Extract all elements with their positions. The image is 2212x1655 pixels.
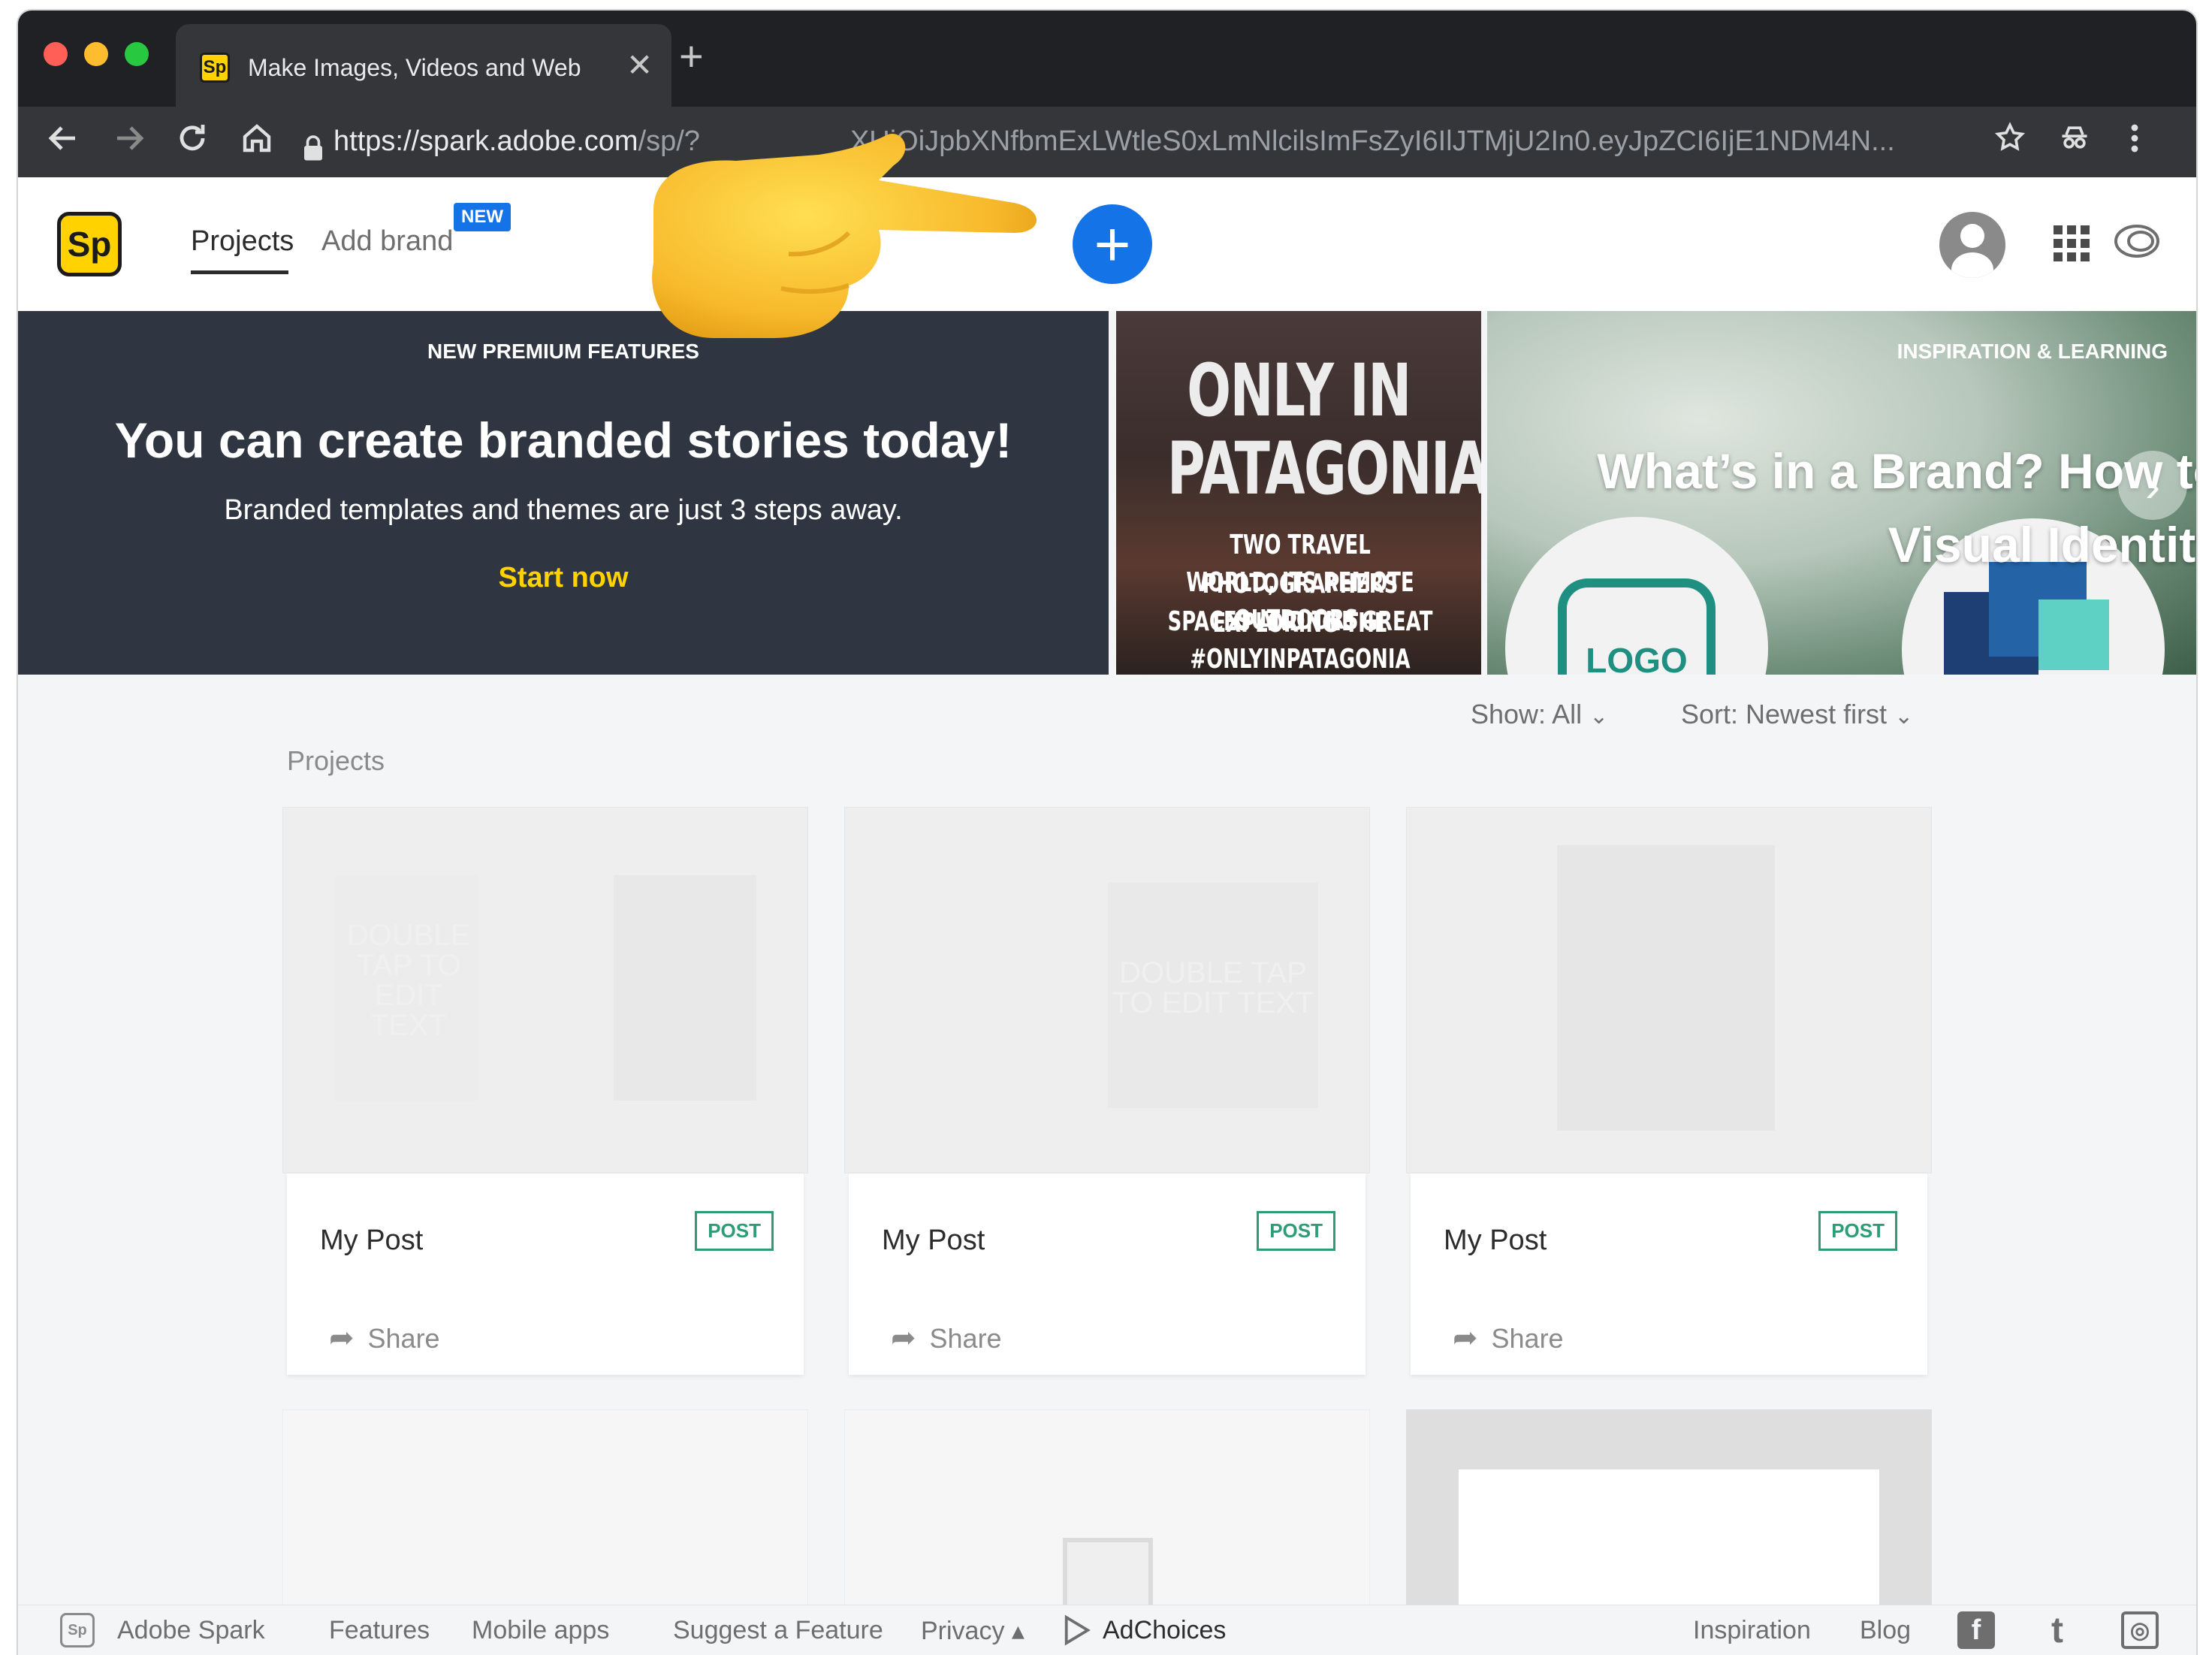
project-card-body: My Post POST ➦ Share — [1411, 1173, 1927, 1375]
project-name[interactable]: My Post — [1444, 1225, 1547, 1257]
sort-filter[interactable]: Sort: Newest first ⌄ — [1681, 699, 1913, 730]
footer-features-link[interactable]: Features — [329, 1616, 430, 1645]
banner-title: You can create branded stories today! — [114, 412, 1012, 468]
tab-favicon-icon: Sp — [200, 53, 230, 83]
nav-add-brand[interactable]: Add brand — [321, 225, 453, 258]
show-filter-label: Show: All — [1471, 699, 1583, 729]
inspiration-title: What’s in a Brand? How to Visual Identit… — [1597, 443, 2196, 572]
reload-icon[interactable] — [174, 120, 210, 166]
close-window-button[interactable] — [44, 42, 68, 66]
browser-window: Sp Make Images, Videos and Web ✕ + https… — [18, 11, 2196, 1655]
chevron-down-icon: ⌄ — [1894, 704, 1914, 729]
home-icon[interactable] — [239, 120, 275, 166]
twitter-icon[interactable]: t — [2038, 1611, 2076, 1650]
premium-banner: NEW PREMIUM FEATURES You can create bran… — [18, 311, 1109, 675]
tab-close-icon[interactable]: ✕ — [626, 47, 653, 83]
project-card-partial[interactable] — [1406, 1409, 1932, 1635]
project-name[interactable]: My Post — [320, 1225, 423, 1257]
project-card-body: My Post POST ➦ Share — [849, 1173, 1366, 1375]
star-icon[interactable] — [1993, 120, 2026, 164]
project-card-partial[interactable] — [282, 1409, 808, 1635]
page-footer: Sp Adobe Spark Features Mobile apps Sugg… — [18, 1605, 2196, 1655]
share-icon: ➦ — [329, 1321, 355, 1355]
tab-title: Make Images, Videos and Web — [248, 54, 581, 81]
inspiration-card[interactable]: LOGO INSPIRATION & LEARNING What’s in a … — [1487, 311, 2196, 675]
share-icon: ➦ — [891, 1321, 916, 1355]
banner-kicker: NEW PREMIUM FEATURES — [427, 340, 699, 363]
adchoices-icon — [1062, 1614, 1091, 1653]
footer-blog-link[interactable]: Blog — [1860, 1616, 1911, 1645]
instagram-icon[interactable]: ◎ — [2121, 1611, 2159, 1649]
creative-cloud-icon[interactable] — [2114, 222, 2160, 260]
footer-adchoices-link[interactable]: AdChoices — [1103, 1616, 1226, 1645]
thumbnail-ghost-text: DOUBLE TAP TO EDIT TEXT — [1112, 956, 1314, 1019]
project-card[interactable]: DOUBLE TAP TO EDIT TEXT My Post POST ➦ Sh… — [844, 807, 1370, 1378]
start-now-link[interactable]: Start now — [18, 562, 1109, 594]
url-path: /sp/? — [638, 125, 700, 157]
project-thumbnail[interactable]: DOUBLE TAP TO EDIT TEXT — [282, 807, 808, 1173]
patagonia-line2: PATAGONIA — [1167, 427, 1481, 511]
project-card-partial[interactable] — [844, 1409, 1370, 1635]
footer-privacy-link[interactable]: Privacy ▴ — [921, 1616, 1025, 1646]
patagonia-line5: OUTDOORS. #ONLYINPATAGONIA — [1190, 605, 1411, 675]
share-label: Share — [929, 1323, 1002, 1354]
browser-tab[interactable]: Sp Make Images, Videos and Web ✕ — [176, 24, 671, 107]
tab-strip: Sp Make Images, Videos and Web ✕ + — [18, 11, 2196, 107]
post-badge: POST — [1257, 1211, 1335, 1251]
footer-spark-logo[interactable]: Sp — [60, 1613, 95, 1647]
project-card[interactable]: My Post POST ➦ Share — [1406, 807, 1932, 1378]
project-thumbnail[interactable] — [1406, 807, 1932, 1173]
url-query: XUiOiJpbXNfbmExLWtleS0xLmNlcilsImFsZyI6I… — [849, 125, 1895, 157]
footer-mobile-apps-link[interactable]: Mobile apps — [472, 1616, 609, 1645]
browser-toolbar: https://spark.adobe.com/sp/? XUiOiJpbXNfb… — [18, 107, 2196, 177]
project-card-body: My Post POST ➦ Share — [287, 1173, 804, 1375]
lock-icon — [302, 128, 324, 171]
logo-shield: LOGO — [1558, 578, 1716, 675]
back-icon[interactable] — [45, 120, 81, 166]
app-header: Sp Projects Add brand NEW + — [18, 177, 2196, 311]
footer-suggest-link[interactable]: Suggest a Feature — [673, 1616, 883, 1645]
minimize-window-button[interactable] — [84, 42, 108, 66]
thumbnail-ghost-text: DOUBLE TAP TO EDIT TEXT — [346, 919, 471, 1042]
spark-logo[interactable]: Sp — [57, 212, 122, 276]
share-button[interactable]: ➦ Share — [329, 1321, 440, 1355]
forward-icon[interactable] — [111, 120, 147, 166]
share-label: Share — [1491, 1323, 1564, 1354]
share-button[interactable]: ➦ Share — [1453, 1321, 1564, 1355]
share-label: Share — [367, 1323, 440, 1354]
post-badge: POST — [695, 1211, 774, 1251]
projects-section-label: Projects — [287, 745, 385, 776]
url-host: https://spark.adobe.com — [333, 125, 638, 157]
incognito-icon[interactable] — [2058, 120, 2091, 164]
nav-projects[interactable]: Projects — [191, 225, 294, 258]
facebook-icon[interactable]: f — [1957, 1611, 1995, 1649]
user-avatar[interactable] — [1939, 212, 2005, 278]
footer-brand[interactable]: Adobe Spark — [117, 1616, 265, 1645]
patagonia-story-card[interactable]: ONLY IN PATAGONIA TWO TRAVEL PHOTOGRAPHE… — [1116, 311, 1481, 675]
share-button[interactable]: ➦ Share — [891, 1321, 1002, 1355]
new-badge: NEW — [454, 203, 511, 231]
app-grid-icon[interactable] — [2054, 225, 2090, 261]
footer-inspiration-link[interactable]: Inspiration — [1693, 1616, 1811, 1645]
maximize-window-button[interactable] — [125, 42, 149, 66]
carousel-next-icon[interactable]: › — [2118, 451, 2187, 520]
more-icon[interactable] — [2127, 120, 2142, 166]
chevron-down-icon: ⌄ — [1589, 704, 1609, 729]
patagonia-line1: ONLY IN — [1187, 349, 1411, 433]
project-card[interactable]: DOUBLE TAP TO EDIT TEXT My Post POST ➦ Sh… — [282, 807, 808, 1378]
new-tab-button[interactable]: + — [679, 32, 704, 80]
project-thumbnail[interactable]: DOUBLE TAP TO EDIT TEXT — [844, 807, 1370, 1173]
share-icon: ➦ — [1453, 1321, 1478, 1355]
post-badge: POST — [1818, 1211, 1897, 1251]
show-filter[interactable]: Show: All ⌄ — [1471, 699, 1608, 730]
create-project-button[interactable]: + — [1073, 204, 1152, 284]
inspiration-kicker: INSPIRATION & LEARNING — [1897, 340, 2168, 363]
address-bar[interactable]: https://spark.adobe.com/sp/? XUiOiJpbXNfb… — [333, 122, 1971, 161]
identity-square-teal — [2038, 599, 2109, 670]
banner-subtitle: Branded templates and themes are just 3 … — [224, 494, 903, 526]
project-name[interactable]: My Post — [882, 1225, 985, 1257]
nav-active-underline — [191, 270, 288, 274]
sort-filter-label: Sort: Newest first — [1681, 699, 1888, 729]
